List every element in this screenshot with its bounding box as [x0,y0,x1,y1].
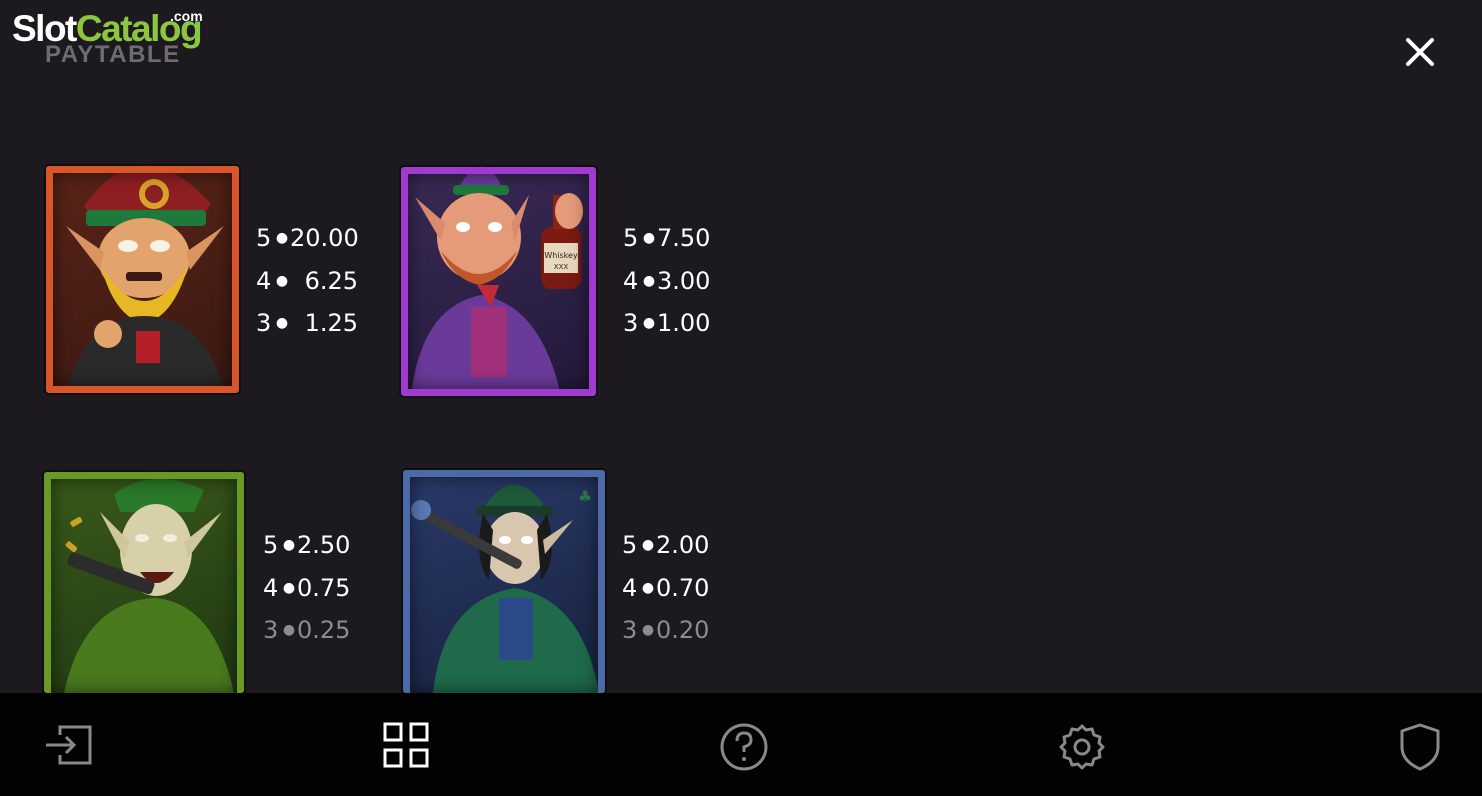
pays-blue-leprechaun: 5 ● 2.00 4 ● 0.70 3 ● 0.20 [622,524,710,652]
pay-value: 0.70 [656,573,710,602]
pay-row: 5 ● 2.00 [622,524,710,567]
paytable-grid-button[interactable] [378,717,434,773]
bullet: ● [641,622,655,638]
purple-frame [401,167,596,396]
bullet: ● [275,272,289,289]
pay-row: 5 ● 2.50 [263,524,351,567]
bullet: ● [642,272,656,289]
pay-count: 4 [263,573,279,602]
bullet: ● [275,315,289,331]
gear-icon [1059,724,1105,770]
pay-count: 4 [622,573,638,602]
pay-row: 3 ● 0.20 [622,609,710,652]
pays-red-leprechaun: 5 ● 20.00 4 ● 6.25 3 ● 1.25 [256,217,359,345]
pay-count: 3 [256,309,272,337]
pay-row: 4 ● 0.75 [263,567,351,610]
help-button[interactable] [716,717,772,773]
pay-row: 3 ● 1.00 [623,302,711,345]
bullet: ● [641,537,655,553]
bullet: ● [282,537,296,553]
help-icon [720,723,768,771]
exit-icon [46,725,92,765]
pay-count: 3 [623,309,639,337]
pay-value: 3.00 [657,266,711,295]
bullet: ● [275,230,289,246]
bullet: ● [642,230,656,246]
close-icon [1406,38,1434,66]
symbol-green-leprechaun [44,472,244,693]
symbol-blue-leprechaun: ♣ [403,470,605,693]
grid-icon [383,722,429,768]
pay-count: 5 [622,531,638,559]
pay-value: 7.50 [657,224,711,252]
symbol-purple-leprechaun: Whiskey XXX [401,166,596,396]
pay-count: 5 [623,224,639,252]
exit-button[interactable] [40,717,96,773]
pay-count: 5 [263,531,279,559]
pay-row: 4 ● 6.25 [256,260,358,303]
close-button[interactable] [1398,30,1442,74]
pay-row: 5 ● 20.00 [256,217,359,260]
pays-purple-leprechaun: 5 ● 7.50 4 ● 3.00 3 ● 1.00 [623,217,711,345]
pay-value: 1.00 [657,309,711,337]
shield-icon [1400,723,1440,771]
pay-value: 0.25 [297,616,351,644]
red-frame [46,166,239,393]
pay-count: 3 [263,616,279,644]
pay-count: 3 [622,616,638,644]
settings-button[interactable] [1054,717,1110,773]
pay-value: 20.00 [290,224,359,252]
pay-row: 3 ● 1.25 [256,302,358,345]
bullet: ● [282,622,296,638]
pay-row: 5 ● 7.50 [623,217,711,260]
page-title: PAYTABLE [45,41,181,68]
pay-count: 4 [623,266,639,295]
bottom-nav-bar [0,693,1482,796]
bullet: ● [282,579,296,596]
pay-value: 2.50 [297,531,351,559]
pay-value: 0.20 [656,616,710,644]
responsible-gaming-button[interactable] [1392,717,1448,773]
pay-row: 3 ● 0.25 [263,609,351,652]
watermark-com-text: .com [170,8,203,24]
green-frame [44,472,244,693]
symbol-red-leprechaun [46,165,239,393]
pay-row: 4 ● 3.00 [623,260,711,303]
bullet: ● [641,579,655,596]
pay-value: 2.00 [656,531,710,559]
blue-frame [403,470,605,693]
pay-count: 5 [256,224,272,252]
pay-row: 4 ● 0.70 [622,567,710,610]
bullet: ● [642,315,656,331]
pays-green-leprechaun: 5 ● 2.50 4 ● 0.75 3 ● 0.25 [263,524,351,652]
pay-count: 4 [256,266,272,295]
pay-value: 6.25 [304,266,358,295]
pay-value: 0.75 [297,573,351,602]
pay-value: 1.25 [304,309,358,337]
